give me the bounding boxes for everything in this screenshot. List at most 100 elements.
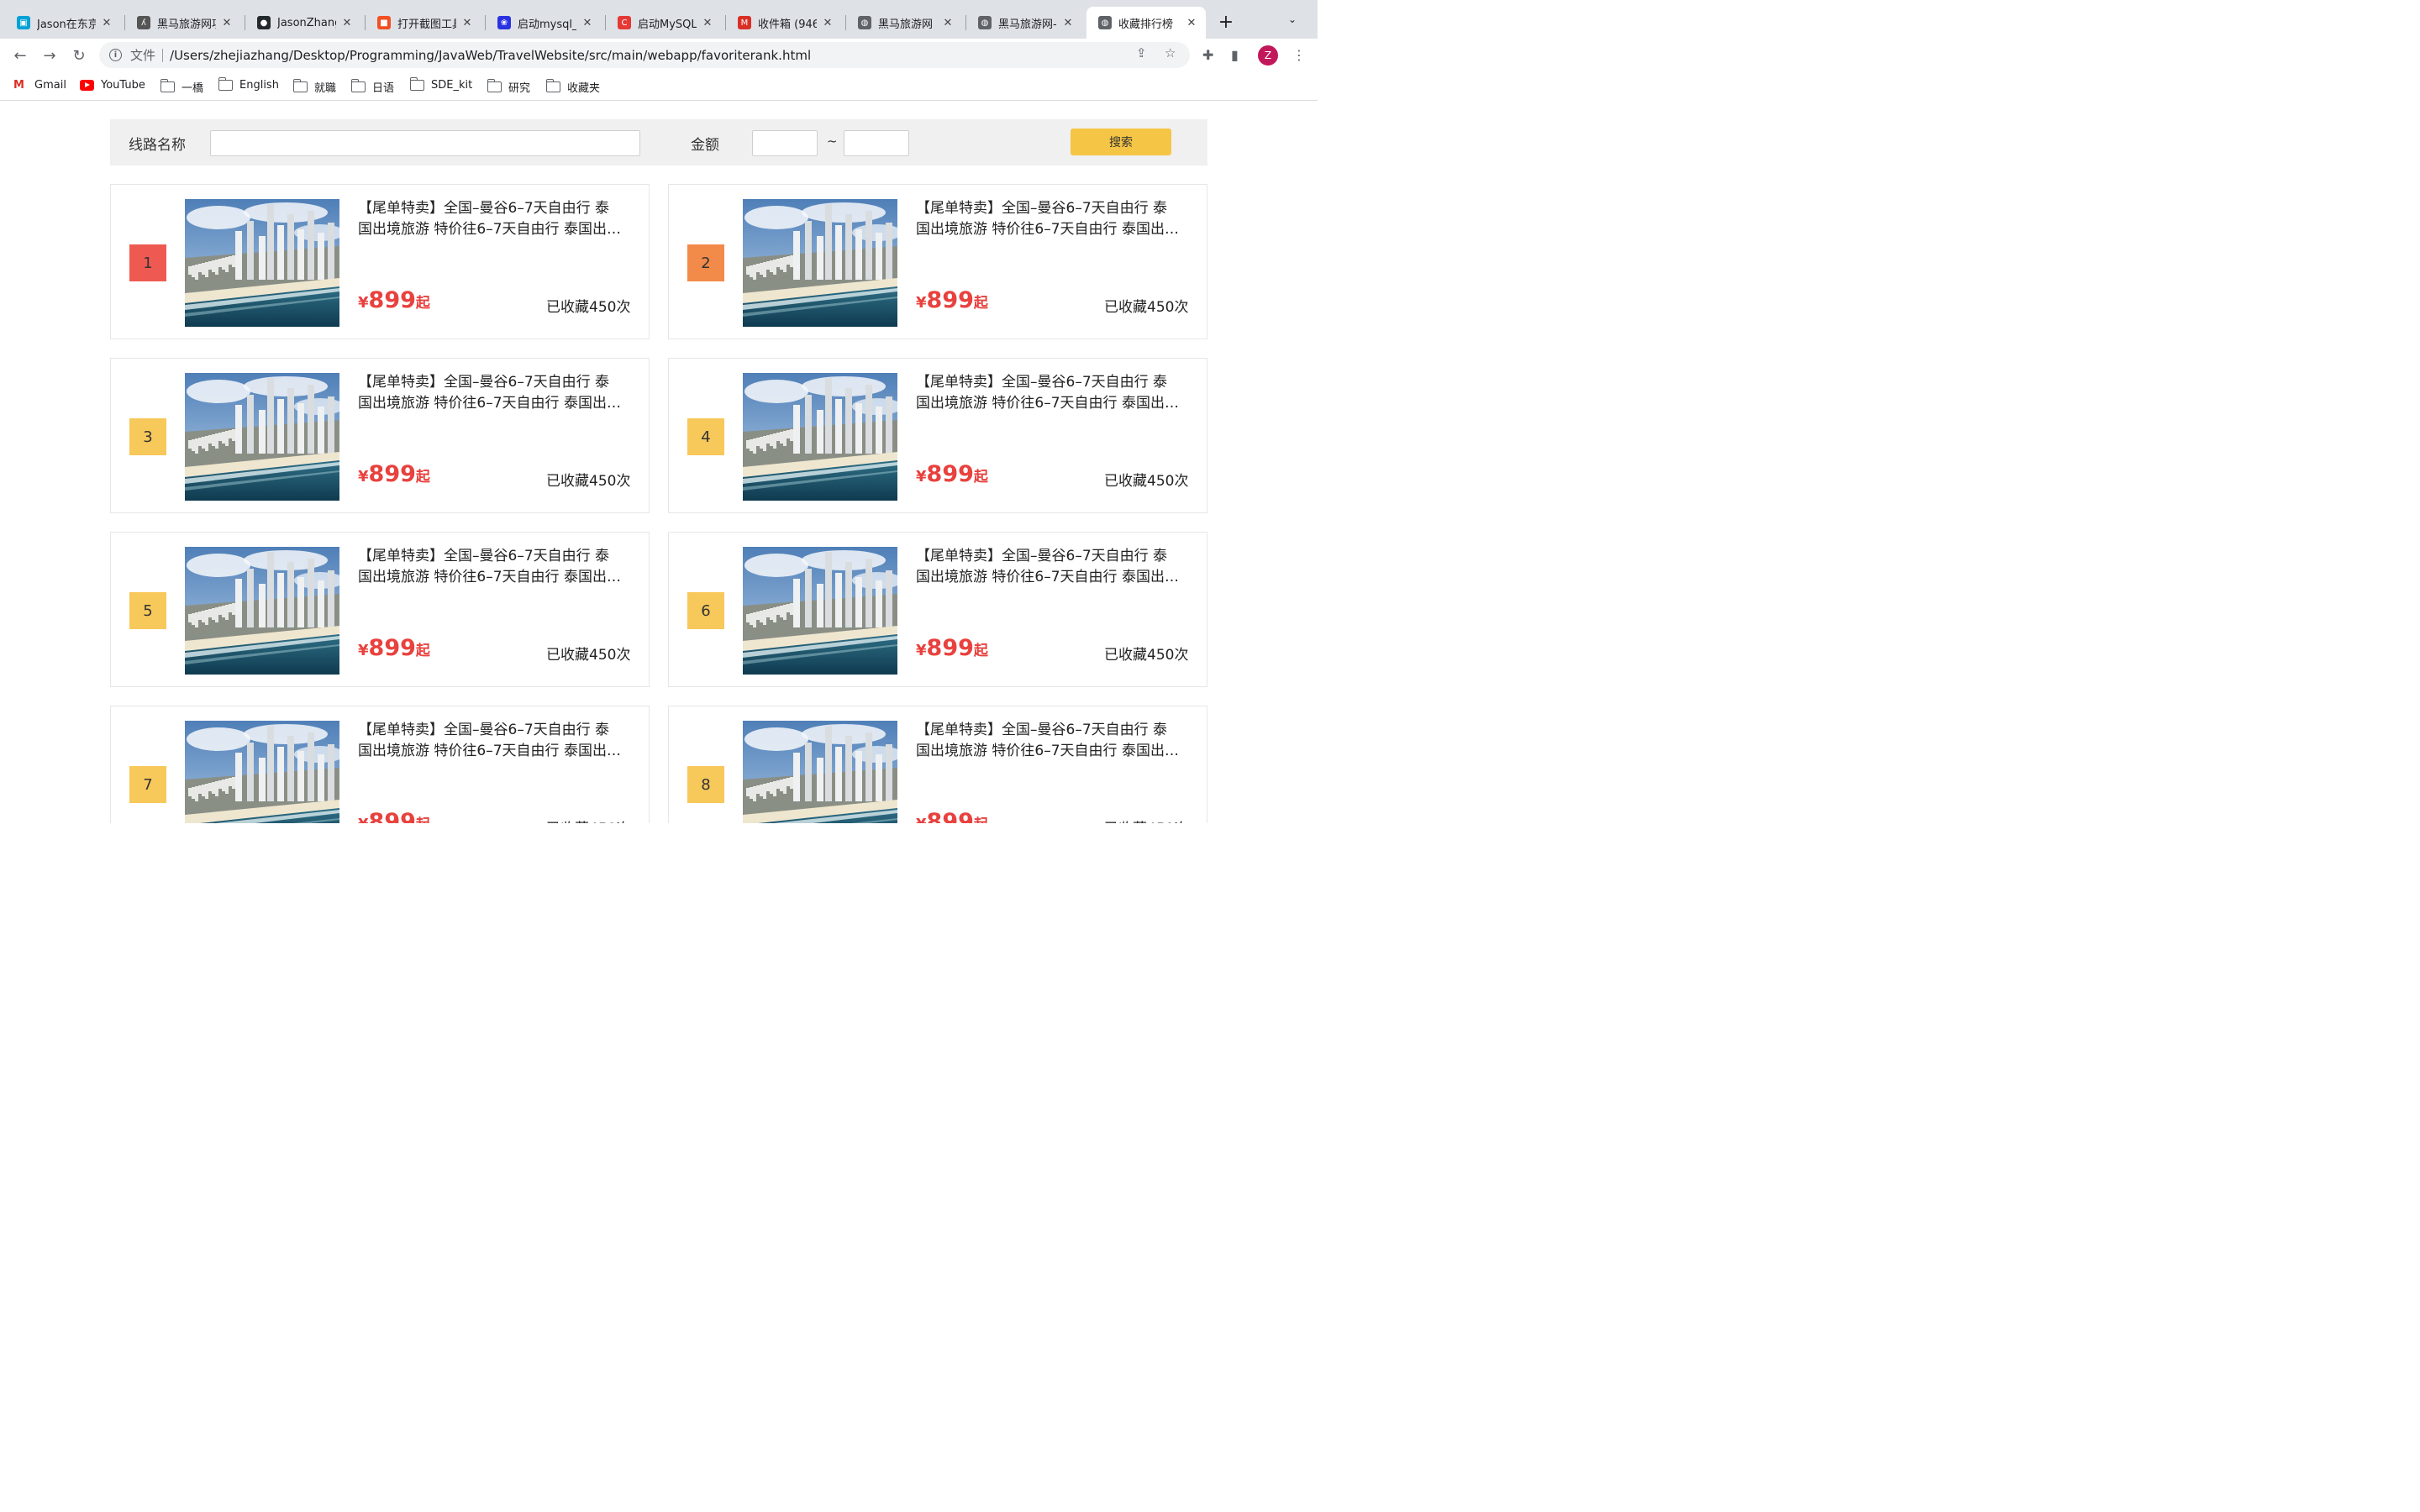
tour-title[interactable]: 【尾单特卖】全国–曼谷6–7天自由行 泰国出境旅游 特价往6–7天自由行 泰国出… — [916, 372, 1193, 414]
bookmark-item[interactable]: 研究 — [487, 79, 530, 95]
rank-card[interactable]: 3 【尾单特卖】全国–曼谷6–7天自由行 泰国出境旅游 特价往6–7天自由行 泰国… — [110, 358, 650, 513]
back-arrow-icon[interactable]: ← — [10, 45, 30, 66]
tour-thumbnail[interactable] — [743, 547, 897, 675]
rank-badge: 7 — [129, 766, 166, 803]
folder-icon — [409, 77, 424, 91]
browser-tab[interactable]: ● JasonZhang ✕ — [245, 7, 361, 39]
tour-photo — [185, 547, 339, 675]
tour-thumbnail[interactable] — [185, 199, 339, 327]
close-icon[interactable]: ✕ — [1062, 17, 1074, 29]
close-icon[interactable]: ✕ — [942, 17, 954, 29]
price-suffix: 起 — [974, 816, 988, 823]
side-panel-icon[interactable]: ▮ — [1231, 47, 1239, 63]
tour-photo — [185, 721, 339, 823]
bookmark-item[interactable]: 就職 — [292, 79, 336, 95]
tour-title[interactable]: 【尾单特卖】全国–曼谷6–7天自由行 泰国出境旅游 特价往6–7天自由行 泰国出… — [916, 720, 1193, 762]
max-price-input[interactable] — [844, 130, 909, 156]
tour-thumbnail[interactable] — [743, 199, 897, 327]
browser-tab[interactable]: ◍ 收藏排行榜 ✕ — [1086, 7, 1206, 39]
close-icon[interactable]: ✕ — [1186, 17, 1197, 29]
menu-kebab-icon[interactable]: ⋮ — [1292, 47, 1306, 63]
tour-price: ¥899起 — [358, 461, 430, 487]
browser-tab[interactable]: ◍ 黑马旅游网 ✕ — [846, 7, 962, 39]
price-suffix: 起 — [415, 295, 430, 312]
new-tab-button[interactable]: + — [1215, 12, 1237, 34]
rank-badge: 4 — [687, 418, 724, 455]
route-name-input[interactable] — [210, 130, 640, 156]
rank-card[interactable]: 8 【尾单特卖】全国–曼谷6–7天自由行 泰国出境旅游 特价往6–7天自由行 泰国… — [668, 706, 1207, 823]
browser-tab[interactable]: ■ 打开截图工具 ✕ — [366, 7, 481, 39]
tour-title[interactable]: 【尾单特卖】全国–曼谷6–7天自由行 泰国出境旅游 特价往6–7天自由行 泰国出… — [358, 198, 635, 240]
folder-icon — [292, 79, 308, 92]
rank-card[interactable]: 6 【尾单特卖】全国–曼谷6–7天自由行 泰国出境旅游 特价往6–7天自由行 泰国… — [668, 532, 1207, 687]
close-icon[interactable]: ✕ — [101, 17, 113, 29]
forward-arrow-icon[interactable]: → — [39, 45, 60, 66]
bookmark-item[interactable]: 一橋 — [160, 79, 203, 95]
price-suffix: 起 — [415, 469, 430, 486]
range-tilde: ~ — [827, 134, 838, 149]
tour-photo — [743, 373, 897, 501]
tour-title[interactable]: 【尾单特卖】全国–曼谷6–7天自由行 泰国出境旅游 特价往6–7天自由行 泰国出… — [916, 198, 1193, 240]
tour-thumbnail[interactable] — [185, 721, 339, 823]
browser-tab[interactable]: ◍ 黑马旅游网- ✕ — [966, 7, 1082, 39]
tour-thumbnail[interactable] — [743, 373, 897, 501]
favorite-count: 已收藏450次 — [1104, 299, 1189, 316]
tour-thumbnail[interactable] — [743, 721, 897, 823]
extensions-icon[interactable]: ✚ — [1202, 47, 1213, 63]
address-bar[interactable]: i 文件 /Users/zhejiazhang/Desktop/Programm… — [99, 42, 1190, 68]
browser-tab[interactable]: M 收件箱 (946 ✕ — [726, 7, 842, 39]
tour-title-line: 【尾单特卖】全国–曼谷6–7天自由行 泰 — [358, 374, 610, 391]
rank-card[interactable]: 7 【尾单特卖】全国–曼谷6–7天自由行 泰国出境旅游 特价往6–7天自由行 泰国… — [110, 706, 650, 823]
bookmark-item[interactable]: M Gmail — [13, 79, 66, 92]
currency-symbol: ¥ — [358, 642, 369, 659]
min-price-input[interactable] — [752, 130, 818, 156]
tour-title[interactable]: 【尾单特卖】全国–曼谷6–7天自由行 泰国出境旅游 特价往6–7天自由行 泰国出… — [358, 720, 635, 762]
tour-price: ¥899起 — [916, 635, 988, 661]
browser-tab[interactable]: C 启动MySQL ✕ — [606, 7, 722, 39]
tour-thumbnail[interactable] — [185, 547, 339, 675]
share-icon[interactable]: ⇪ — [1136, 45, 1147, 60]
rank-badge: 6 — [687, 592, 724, 629]
bookmark-item[interactable]: YouTube — [80, 79, 145, 92]
bookmark-item[interactable]: 收藏夹 — [545, 79, 601, 95]
tour-title[interactable]: 【尾单特卖】全国–曼谷6–7天自由行 泰国出境旅游 特价往6–7天自由行 泰国出… — [358, 372, 635, 414]
currency-symbol: ¥ — [916, 468, 927, 486]
rank-card[interactable]: 4 【尾单特卖】全国–曼谷6–7天自由行 泰国出境旅游 特价往6–7天自由行 泰国… — [668, 358, 1207, 513]
close-icon[interactable]: ✕ — [581, 17, 593, 29]
folder-icon — [160, 79, 175, 92]
price-value: 899 — [926, 809, 974, 823]
bookmark-label: YouTube — [101, 79, 145, 92]
tab-title: 启动MySQL — [638, 18, 697, 31]
favorite-count: 已收藏450次 — [546, 816, 630, 823]
close-icon[interactable]: ✕ — [702, 17, 713, 29]
rank-card[interactable]: 2 【尾单特卖】全国–曼谷6–7天自由行 泰国出境旅游 特价往6–7天自由行 泰国… — [668, 184, 1207, 339]
tour-title[interactable]: 【尾单特卖】全国–曼谷6–7天自由行 泰国出境旅游 特价往6–7天自由行 泰国出… — [916, 546, 1193, 588]
close-icon[interactable]: ✕ — [221, 17, 233, 29]
bookmark-item[interactable]: English — [218, 77, 279, 92]
profile-avatar[interactable]: Z — [1258, 45, 1278, 66]
tour-title-line: 【尾单特卖】全国–曼谷6–7天自由行 泰 — [358, 722, 610, 738]
search-button[interactable]: 搜索 — [1071, 129, 1171, 155]
browser-tab[interactable]: ▣ Jason在东京 ✕ — [5, 7, 121, 39]
reload-icon[interactable]: ↻ — [69, 45, 89, 66]
tour-title[interactable]: 【尾单特卖】全国–曼谷6–7天自由行 泰国出境旅游 特价往6–7天自由行 泰国出… — [358, 546, 635, 588]
tab-search-icon[interactable]: ⌄ — [1288, 13, 1297, 25]
rank-badge: 3 — [129, 418, 166, 455]
rank-card[interactable]: 1 【尾单特卖】全国–曼谷6–7天自由行 泰国出境旅游 特价往6–7天自由行 泰国… — [110, 184, 650, 339]
url-text[interactable]: /Users/zhejiazhang/Desktop/Programming/J… — [170, 48, 811, 63]
browser-tab[interactable]: ʎ 黑马旅游网项 ✕ — [125, 7, 241, 39]
youtube-icon — [80, 80, 94, 91]
favorite-count: 已收藏450次 — [546, 473, 631, 490]
bookmark-label: 收藏夹 — [567, 82, 601, 95]
close-icon[interactable]: ✕ — [461, 17, 473, 29]
tour-thumbnail[interactable] — [185, 373, 339, 501]
close-icon[interactable]: ✕ — [341, 17, 353, 29]
info-icon[interactable]: i — [109, 49, 122, 61]
bookmark-item[interactable]: SDE_kit — [409, 77, 472, 92]
browser-tab[interactable]: ❀ 启动mysql_ ✕ — [486, 7, 602, 39]
bookmark-label: 一橋 — [182, 82, 204, 95]
close-icon[interactable]: ✕ — [822, 17, 834, 29]
bookmark-star-icon[interactable]: ☆ — [1165, 45, 1176, 60]
bookmark-item[interactable]: 日语 — [350, 79, 394, 95]
rank-card[interactable]: 5 【尾单特卖】全国–曼谷6–7天自由行 泰国出境旅游 特价往6–7天自由行 泰国… — [110, 532, 650, 687]
